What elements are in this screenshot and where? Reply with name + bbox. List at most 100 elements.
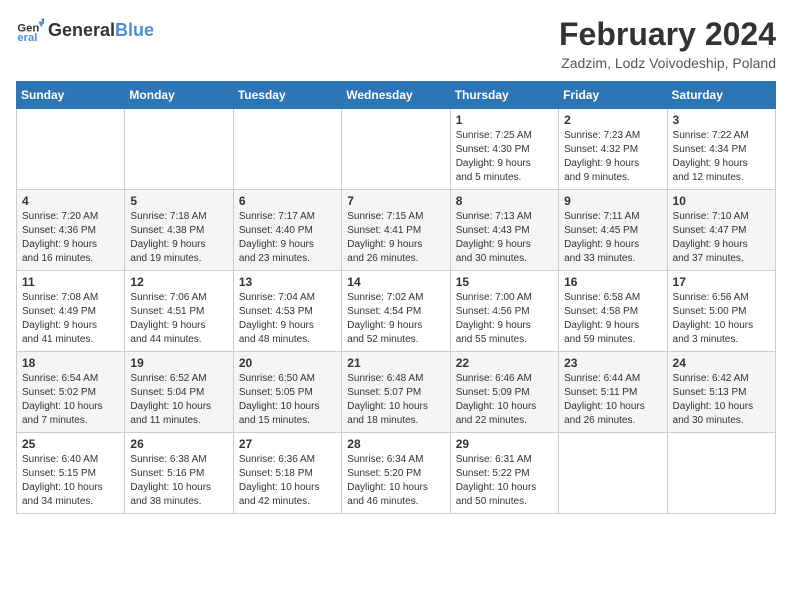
day-number: 28 (347, 437, 444, 451)
day-number: 13 (239, 275, 336, 289)
day-number: 27 (239, 437, 336, 451)
calendar-cell: 19 Sunrise: 6:52 AM Sunset: 5:04 PM Dayli… (125, 352, 233, 433)
weekday-header-saturday: Saturday (667, 82, 775, 109)
calendar-cell: 13 Sunrise: 7:04 AM Sunset: 4:53 PM Dayli… (233, 271, 341, 352)
calendar-cell (17, 109, 125, 190)
calendar-cell (125, 109, 233, 190)
day-number: 3 (673, 113, 770, 127)
calendar-cell: 15 Sunrise: 7:00 AM Sunset: 4:56 PM Dayli… (450, 271, 558, 352)
day-number: 22 (456, 356, 553, 370)
day-number: 16 (564, 275, 661, 289)
day-info: Sunrise: 7:10 AM Sunset: 4:47 PM Dayligh… (673, 210, 770, 266)
day-info: Sunrise: 7:15 AM Sunset: 4:41 PM Dayligh… (347, 210, 444, 266)
day-info: Sunrise: 6:56 AM Sunset: 5:00 PM Dayligh… (673, 291, 770, 347)
day-number: 6 (239, 194, 336, 208)
month-title: February 2024 (559, 16, 776, 53)
day-number: 12 (130, 275, 227, 289)
day-info: Sunrise: 6:48 AM Sunset: 5:07 PM Dayligh… (347, 372, 444, 428)
day-number: 19 (130, 356, 227, 370)
calendar-cell: 29 Sunrise: 6:31 AM Sunset: 5:22 PM Dayli… (450, 433, 558, 514)
day-info: Sunrise: 6:40 AM Sunset: 5:15 PM Dayligh… (22, 453, 119, 509)
day-info: Sunrise: 6:58 AM Sunset: 4:58 PM Dayligh… (564, 291, 661, 347)
calendar-cell: 18 Sunrise: 6:54 AM Sunset: 5:02 PM Dayli… (17, 352, 125, 433)
day-number: 7 (347, 194, 444, 208)
calendar-cell: 2 Sunrise: 7:23 AM Sunset: 4:32 PM Daylig… (559, 109, 667, 190)
day-number: 24 (673, 356, 770, 370)
calendar-cell: 22 Sunrise: 6:46 AM Sunset: 5:09 PM Dayli… (450, 352, 558, 433)
day-number: 4 (22, 194, 119, 208)
weekday-header-row: SundayMondayTuesdayWednesdayThursdayFrid… (17, 82, 776, 109)
calendar-cell (667, 433, 775, 514)
day-info: Sunrise: 6:34 AM Sunset: 5:20 PM Dayligh… (347, 453, 444, 509)
calendar-cell: 4Sunrise: 7:20 AM Sunset: 4:36 PM Daylig… (17, 190, 125, 271)
calendar-cell (559, 433, 667, 514)
day-number: 18 (22, 356, 119, 370)
calendar-cell (233, 109, 341, 190)
weekday-header-thursday: Thursday (450, 82, 558, 109)
weekday-header-wednesday: Wednesday (342, 82, 450, 109)
day-info: Sunrise: 7:25 AM Sunset: 4:30 PM Dayligh… (456, 129, 553, 185)
day-info: Sunrise: 6:54 AM Sunset: 5:02 PM Dayligh… (22, 372, 119, 428)
day-info: Sunrise: 7:00 AM Sunset: 4:56 PM Dayligh… (456, 291, 553, 347)
day-info: Sunrise: 6:52 AM Sunset: 5:04 PM Dayligh… (130, 372, 227, 428)
day-number: 2 (564, 113, 661, 127)
weekday-header-monday: Monday (125, 82, 233, 109)
logo: Gen eral GeneralBlue (16, 16, 154, 44)
day-info: Sunrise: 6:44 AM Sunset: 5:11 PM Dayligh… (564, 372, 661, 428)
calendar-table: SundayMondayTuesdayWednesdayThursdayFrid… (16, 81, 776, 514)
day-number: 8 (456, 194, 553, 208)
calendar-cell: 3 Sunrise: 7:22 AM Sunset: 4:34 PM Daylig… (667, 109, 775, 190)
day-number: 25 (22, 437, 119, 451)
calendar-cell: 27 Sunrise: 6:36 AM Sunset: 5:18 PM Dayli… (233, 433, 341, 514)
page-header: Gen eral GeneralBlue February 2024 Zadzi… (16, 16, 776, 71)
calendar-cell: 12 Sunrise: 7:06 AM Sunset: 4:51 PM Dayli… (125, 271, 233, 352)
calendar-cell: 11 Sunrise: 7:08 AM Sunset: 4:49 PM Dayli… (17, 271, 125, 352)
day-number: 29 (456, 437, 553, 451)
logo-text: GeneralBlue (48, 21, 154, 39)
calendar-week-4: 18 Sunrise: 6:54 AM Sunset: 5:02 PM Dayli… (17, 352, 776, 433)
day-number: 15 (456, 275, 553, 289)
day-info: Sunrise: 7:06 AM Sunset: 4:51 PM Dayligh… (130, 291, 227, 347)
day-info: Sunrise: 6:42 AM Sunset: 5:13 PM Dayligh… (673, 372, 770, 428)
calendar-cell: 21 Sunrise: 6:48 AM Sunset: 5:07 PM Dayli… (342, 352, 450, 433)
weekday-header-friday: Friday (559, 82, 667, 109)
calendar-cell: 28 Sunrise: 6:34 AM Sunset: 5:20 PM Dayli… (342, 433, 450, 514)
day-number: 14 (347, 275, 444, 289)
title-area: February 2024 Zadzim, Lodz Voivodeship, … (559, 16, 776, 71)
logo-icon: Gen eral (16, 16, 44, 44)
calendar-cell: 7 Sunrise: 7:15 AM Sunset: 4:41 PM Daylig… (342, 190, 450, 271)
logo-general: General (48, 21, 115, 39)
day-number: 9 (564, 194, 661, 208)
calendar-cell: 25 Sunrise: 6:40 AM Sunset: 5:15 PM Dayli… (17, 433, 125, 514)
calendar-cell: 6 Sunrise: 7:17 AM Sunset: 4:40 PM Daylig… (233, 190, 341, 271)
calendar-cell: 9Sunrise: 7:11 AM Sunset: 4:45 PM Daylig… (559, 190, 667, 271)
day-info: Sunrise: 7:17 AM Sunset: 4:40 PM Dayligh… (239, 210, 336, 266)
calendar-cell: 1 Sunrise: 7:25 AM Sunset: 4:30 PM Daylig… (450, 109, 558, 190)
weekday-header-sunday: Sunday (17, 82, 125, 109)
day-info: Sunrise: 7:23 AM Sunset: 4:32 PM Dayligh… (564, 129, 661, 185)
svg-text:eral: eral (17, 32, 37, 44)
day-number: 23 (564, 356, 661, 370)
calendar-cell: 16 Sunrise: 6:58 AM Sunset: 4:58 PM Dayli… (559, 271, 667, 352)
day-number: 20 (239, 356, 336, 370)
day-number: 11 (22, 275, 119, 289)
day-info: Sunrise: 7:22 AM Sunset: 4:34 PM Dayligh… (673, 129, 770, 185)
calendar-cell: 24 Sunrise: 6:42 AM Sunset: 5:13 PM Dayli… (667, 352, 775, 433)
calendar-cell: 10 Sunrise: 7:10 AM Sunset: 4:47 PM Dayli… (667, 190, 775, 271)
day-info: Sunrise: 7:04 AM Sunset: 4:53 PM Dayligh… (239, 291, 336, 347)
day-number: 1 (456, 113, 553, 127)
day-number: 5 (130, 194, 227, 208)
day-info: Sunrise: 7:08 AM Sunset: 4:49 PM Dayligh… (22, 291, 119, 347)
calendar-week-5: 25 Sunrise: 6:40 AM Sunset: 5:15 PM Dayli… (17, 433, 776, 514)
calendar-cell (342, 109, 450, 190)
day-number: 26 (130, 437, 227, 451)
weekday-header-tuesday: Tuesday (233, 82, 341, 109)
calendar-week-2: 4Sunrise: 7:20 AM Sunset: 4:36 PM Daylig… (17, 190, 776, 271)
day-info: Sunrise: 6:36 AM Sunset: 5:18 PM Dayligh… (239, 453, 336, 509)
calendar-week-3: 11 Sunrise: 7:08 AM Sunset: 4:49 PM Dayli… (17, 271, 776, 352)
day-info: Sunrise: 6:46 AM Sunset: 5:09 PM Dayligh… (456, 372, 553, 428)
calendar-cell: 5Sunrise: 7:18 AM Sunset: 4:38 PM Daylig… (125, 190, 233, 271)
day-number: 10 (673, 194, 770, 208)
day-number: 21 (347, 356, 444, 370)
day-info: Sunrise: 6:31 AM Sunset: 5:22 PM Dayligh… (456, 453, 553, 509)
